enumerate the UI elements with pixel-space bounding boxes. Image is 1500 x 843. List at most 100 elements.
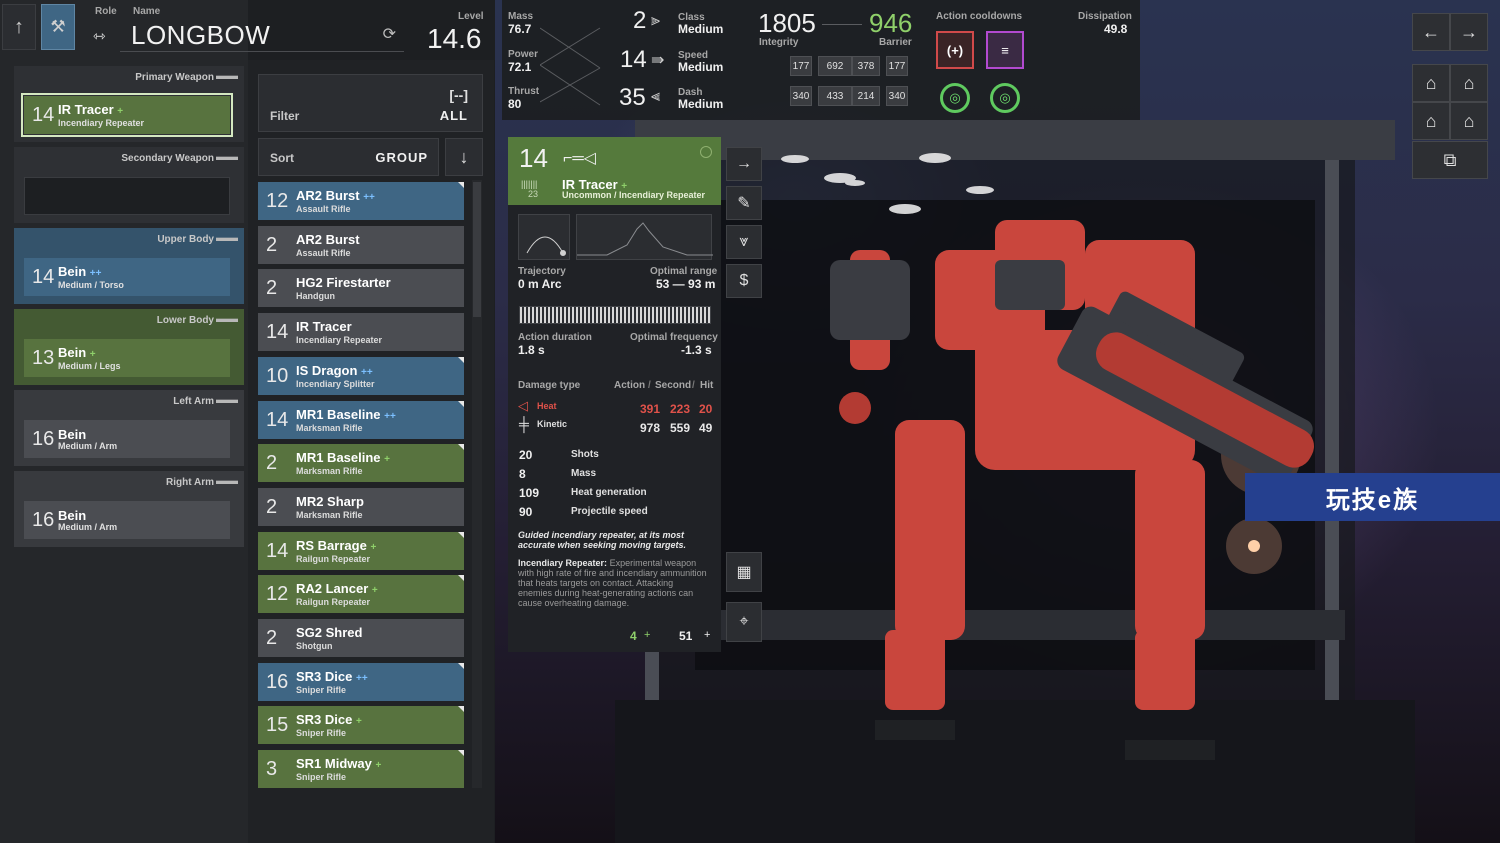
slot-title: Upper Body — [157, 233, 214, 245]
cooldown-action-1[interactable]: (+) — [936, 31, 974, 69]
info-icon[interactable] — [700, 146, 712, 158]
empty-card[interactable] — [24, 177, 230, 215]
slot-title: Left Arm — [173, 395, 214, 407]
class-icon: ⫸ — [651, 12, 661, 29]
card-level: 14 — [32, 265, 55, 288]
list-item[interactable]: 2 AR2 Burst Assault Rifle — [258, 226, 464, 264]
list-item[interactable]: 16 SR3 Dice ++ Sniper Rifle — [258, 663, 464, 701]
class-value: Medium — [678, 22, 724, 36]
detail-level-sub: 23 — [528, 189, 539, 199]
list-item[interactable]: 12 RA2 Lancer + Railgun Repeater — [258, 575, 464, 613]
item-plus: ++ — [384, 410, 396, 422]
slot-upper-body[interactable]: Upper Body ▬▬ 14 Bein ++ Medium / Torso — [14, 228, 244, 304]
description-title: Incendiary Repeater: — [518, 558, 608, 568]
grid-view-button[interactable]: ▦ — [726, 552, 762, 592]
heat-action: 391 — [640, 402, 661, 416]
wrench-icon: ⚒ — [50, 17, 66, 36]
cooldown-action-2[interactable]: ≡ — [986, 31, 1024, 69]
hangar-view-1[interactable]: ⌂ — [1412, 64, 1450, 102]
slot-lower-body[interactable]: Lower Body ▬▬ 13 Bein + Medium / Legs — [14, 309, 244, 385]
nav-forward-button[interactable]: → — [1450, 13, 1488, 51]
list-item[interactable]: 2 MR2 Sharp Marksman Rifle — [258, 488, 464, 526]
item-level: 12 — [266, 582, 289, 605]
back-up-button[interactable]: ↑ — [2, 4, 36, 50]
paint-button[interactable]: ✎ — [726, 186, 762, 220]
chevron-up-icon: ⩔ — [739, 233, 749, 250]
grid-icon: ▦ — [736, 564, 752, 581]
currency-icon: $ — [739, 272, 749, 289]
item-name: AR2 Burst — [296, 187, 360, 203]
list-scroll-thumb[interactable] — [473, 182, 481, 317]
arrow-down-icon: ↓ — [459, 146, 469, 167]
slot-left-arm[interactable]: Left Arm ▬▬ 16 Bein Medium / Arm — [14, 390, 244, 466]
item-plus: ++ — [363, 191, 375, 203]
hangar-view-3[interactable]: ⌂ — [1412, 102, 1450, 140]
grid-cell: 692 — [818, 56, 852, 76]
list-item[interactable]: 2 HG2 Firestarter Handgun — [258, 269, 464, 307]
slot-secondary-weapon[interactable]: Secondary Weapon ▬▬ — [14, 147, 244, 223]
list-item[interactable]: 2 MR1 Baseline + Marksman Rifle — [258, 444, 464, 482]
filter-control[interactable]: Filter [--] ALL — [258, 74, 483, 132]
sell-button[interactable]: $ — [726, 264, 762, 298]
item-level: 2 — [266, 276, 278, 299]
action-column-label: Action — [614, 380, 646, 391]
role-button[interactable]: ⚒ — [41, 4, 75, 50]
list-item[interactable]: 2 SG2 Shred Shotgun — [258, 619, 464, 657]
equipped-card[interactable]: 13 Bein + Medium / Legs — [24, 339, 230, 377]
armor-grid: 177 692 378 177 340 433 214 340 — [788, 54, 913, 110]
item-plus: ++ — [356, 672, 368, 684]
mech-name: LONGBOW — [131, 20, 271, 50]
class-number: 2 — [633, 7, 647, 34]
new-corner-icon — [458, 750, 464, 756]
projectile-speed-value: 90 — [519, 505, 533, 519]
rename-icon[interactable]: ⟳ — [383, 24, 396, 44]
list-item[interactable]: 12 AR2 Burst ++ Assault Rifle — [258, 182, 464, 220]
item-name: RA2 Lancer — [296, 580, 369, 596]
list-item[interactable]: 3 SR1 Midway + Sniper Rifle — [258, 750, 464, 788]
optimal-range-label: Optimal range — [650, 266, 718, 277]
item-type: Railgun Repeater — [296, 596, 371, 607]
sort-direction-button[interactable]: ↓ — [445, 138, 483, 176]
new-corner-icon — [458, 401, 464, 407]
item-type: Incendiary Repeater — [296, 334, 383, 345]
equipped-card[interactable]: 16 Bein Medium / Arm — [24, 420, 230, 458]
slot-primary-weapon[interactable]: Primary Weapon ▬▬ 14 IR Tracer + Incendi… — [14, 66, 244, 142]
range-diagram — [576, 214, 713, 260]
arrow-right-icon: → — [1460, 21, 1478, 42]
equipped-card[interactable]: 16 Bein Medium / Arm — [24, 501, 230, 539]
equipped-card[interactable]: 14 IR Tracer + Incendiary Repeater — [21, 93, 233, 137]
kinetic-label: Kinetic — [537, 419, 568, 429]
slot-right-arm[interactable]: Right Arm ▬▬ 16 Bein Medium / Arm — [14, 471, 244, 547]
list-item[interactable]: 15 SR3 Dice + Sniper Rifle — [258, 706, 464, 744]
hangar-view-2[interactable]: ⌂ — [1450, 64, 1488, 102]
list-item[interactable]: 10 IS Dragon ++ Incendiary Splitter — [258, 357, 464, 395]
equip-button[interactable]: → — [726, 147, 762, 181]
slot-title: Secondary Weapon — [121, 152, 214, 164]
barrier-value: 946 — [869, 8, 913, 38]
legs-icon: ▬▬ — [216, 313, 238, 325]
sort-control[interactable]: Sort GROUP — [258, 138, 439, 176]
crosshair-button[interactable]: ⌖ — [726, 602, 762, 642]
name-field[interactable]: LONGBOW ⟳ — [120, 18, 404, 52]
camera-view-button[interactable]: ⧉ — [1412, 141, 1488, 179]
equipped-card[interactable]: 14 Bein ++ Medium / Torso — [24, 258, 230, 296]
upgrade-button[interactable]: ⩔ — [726, 225, 762, 259]
grid-cell: 433 — [818, 86, 852, 106]
list-item[interactable]: 14 RS Barrage + Railgun Repeater — [258, 532, 464, 570]
list-icon: ≡ — [1001, 42, 1009, 58]
grid-cell: 378 — [852, 56, 880, 76]
hangar-view-4[interactable]: ⌂ — [1450, 102, 1488, 140]
item-level: 2 — [266, 233, 278, 256]
item-name: SR1 Midway — [296, 755, 372, 771]
list-item[interactable]: 14 IR Tracer Incendiary Repeater — [258, 313, 464, 351]
new-corner-icon — [458, 182, 464, 188]
list-item[interactable]: 14 MR1 Baseline ++ Marksman Rifle — [258, 401, 464, 439]
nav-back-button[interactable]: ← — [1412, 13, 1450, 51]
item-type: Assault Rifle — [296, 203, 351, 214]
item-level: 2 — [266, 495, 278, 518]
filter-label: Filter — [270, 109, 300, 123]
item-plus: + — [375, 759, 382, 771]
item-plus: + — [371, 584, 378, 596]
item-name: RS Barrage — [296, 537, 367, 553]
cooldown-gauge-icon: ◎ — [940, 83, 970, 113]
